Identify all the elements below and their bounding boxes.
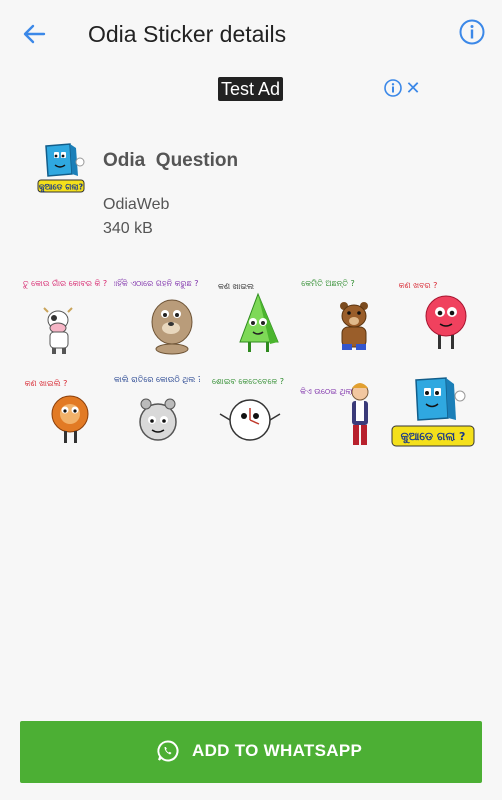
sticker-item[interactable]: କାହିଁକି ଏଠାରେ ଗହନି କରୁଛ ? xyxy=(114,272,200,358)
sticker-caption: କୁଆଡେ ଗଲା ? xyxy=(401,430,466,445)
ad-label: Test Ad xyxy=(218,77,284,101)
man-sticker-image: ଏ ଫଟ କିଏ ଉଠେଇ ଥିଲା କି ? xyxy=(298,383,369,445)
pink-ball-sticker-image: କଣ ଖବର ? xyxy=(399,281,467,349)
cta-label: ADD TO WHATSAPP xyxy=(192,741,363,760)
sticker-caption: ଶୋଇବ କେତେବେଳେ ? xyxy=(212,377,284,386)
sticker-caption: କଣ ଖବର ? xyxy=(399,281,438,290)
sticker-item[interactable]: ଶୋଇବ କେତେବେଳେ ? xyxy=(206,368,292,454)
sticker-caption: କାଲି ରାତିରେ କୋଉଠି ଥିଲ ? xyxy=(114,375,200,384)
sticker-item[interactable]: ତୁ କୋଉ ଗାଁର କୋବର କି ? xyxy=(22,272,108,358)
sticker-item[interactable]: କଣ ଖାଇଲ xyxy=(206,272,292,358)
whatsapp-icon xyxy=(157,740,179,762)
donut-sticker-image: କଣ ଖାଇଲି ? xyxy=(25,379,89,443)
sticker-item[interactable]: ଏ ଫଟ କିଏ ଉଠେଇ ଥିଲା କି ? xyxy=(298,368,384,454)
blue-box-sticker-image: କୁଆଡେ ଗଲା ? xyxy=(391,377,475,447)
add-to-whatsapp-button[interactable]: ADD TO WHATSAPP xyxy=(20,721,482,783)
pack-publisher: OdiaWeb xyxy=(103,196,170,213)
page-title: Odia Sticker details xyxy=(88,21,287,47)
sticker-caption: କାହିଁକି ଏଠାରେ ଗହନି କରୁଛ ? xyxy=(114,278,198,289)
pack-name: Odia Question xyxy=(103,150,239,171)
ad-banner[interactable]: Test Ad ✕ xyxy=(0,76,502,102)
sticker-item[interactable]: କୁଆଡେ ଗଲା ? xyxy=(390,368,476,454)
pack-tray-icon: କୁଆଡେ ଗଲା? xyxy=(37,143,85,194)
cow-sticker-image: ତୁ କୋଉ ଗାଁର କୋବର କି ? xyxy=(23,278,108,354)
alarm-clock-sticker-image: କାଲି ରାତିରେ କୋଉଠି ଥିଲ ? xyxy=(114,375,200,441)
sticker-caption: ତୁ କୋଉ ଗାଁର କୋବର କି ? xyxy=(23,278,108,289)
arrow-left-icon[interactable] xyxy=(18,18,50,50)
bulldog-sticker-image: କାହିଁକି ଏଠାରେ ଗହନି କରୁଛ ? xyxy=(114,278,198,355)
close-icon[interactable]: ✕ xyxy=(404,77,422,99)
info-circle-icon[interactable] xyxy=(458,18,486,46)
sticker-item[interactable]: କଣ ଖାଇଲି ? xyxy=(22,368,108,454)
sticker-item[interactable]: କେମିତି ଅଛନ୍ତି ? xyxy=(298,272,384,358)
bear-sticker-image: କେମିତି ଅଛନ୍ତି ? xyxy=(301,279,368,350)
sticker-caption: କଣ ଖାଇଲ xyxy=(218,282,254,291)
app-bar: Odia Sticker details xyxy=(0,0,502,68)
clock-sticker-image: ଶୋଇବ କେତେବେଳେ ? xyxy=(212,377,284,441)
green-pyramid-sticker-image: କଣ ଖାଇଲ xyxy=(218,282,279,352)
sticker-item[interactable]: କାଲି ରାତିରେ କୋଉଠି ଥିଲ ? xyxy=(114,368,200,454)
sticker-caption: କଣ ଖାଇଲି ? xyxy=(25,379,68,388)
sticker-item[interactable]: କଣ ଖବର ? xyxy=(390,272,476,358)
sticker-caption: କେମିତି ଅଛନ୍ତି ? xyxy=(301,279,355,288)
adchoices-info-icon[interactable] xyxy=(384,79,402,97)
pack-size: 340 kB xyxy=(103,220,153,237)
